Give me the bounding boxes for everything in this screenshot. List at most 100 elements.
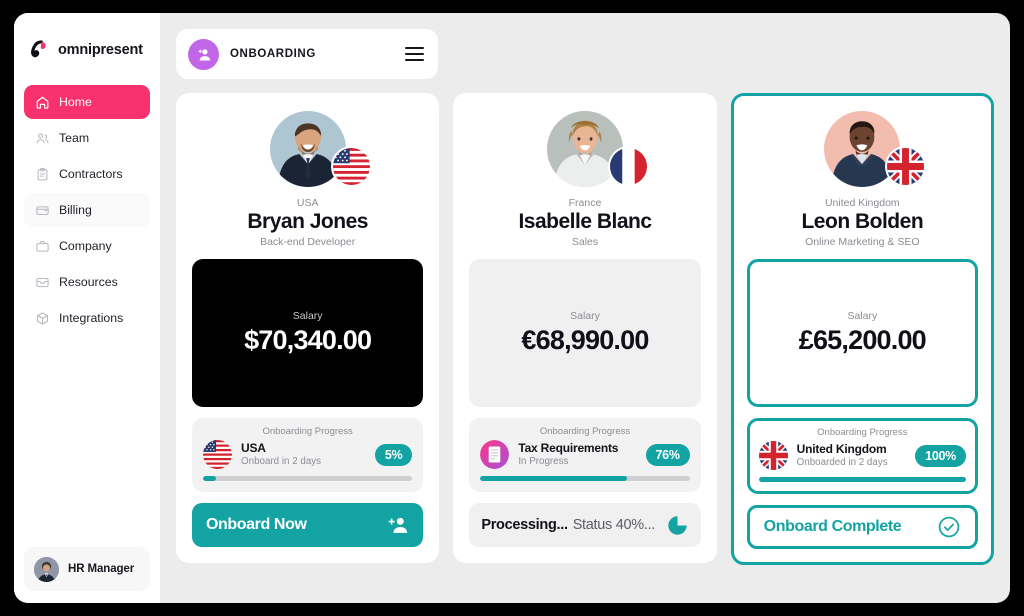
progress-subtext: In Progress	[518, 455, 569, 467]
employee-country: France	[568, 197, 602, 209]
add-person-icon	[387, 514, 409, 536]
cube-icon	[35, 311, 50, 326]
progress-name: United Kingdom	[796, 441, 887, 456]
salary-label: Salary	[847, 310, 878, 323]
salary-label: Salary	[570, 310, 600, 323]
sidebar-user-footer[interactable]: HR Manager	[24, 547, 150, 591]
progress-bar-fill	[480, 476, 627, 482]
employee-name: Leon Bolden	[801, 210, 924, 233]
sidebar-item-billing[interactable]: Billing	[24, 193, 150, 227]
progress-bar-track	[203, 476, 413, 482]
portrait-row	[747, 109, 978, 187]
progress-meta: United Kingdom Onboarded in 2 days	[797, 442, 907, 470]
portrait-row	[469, 109, 700, 187]
onboarding-title: ONBOARDING	[230, 48, 316, 60]
status-text: Status 40%...	[572, 517, 656, 534]
home-icon	[35, 95, 50, 110]
omnipresent-logo-icon	[28, 39, 50, 61]
progress-title: Onboarding Progress	[262, 426, 353, 438]
sidebar: omnipresent Home Team Contractors Billin…	[14, 13, 160, 603]
sidebar-item-label: Home	[59, 95, 92, 109]
progress-percent-badge: 100%	[915, 444, 966, 467]
flag-uk-icon	[758, 441, 788, 471]
onboard-complete-button[interactable]: Onboard Complete	[746, 505, 978, 550]
progress-subtext: Onboarded in 2 days	[796, 456, 888, 468]
sidebar-item-integrations[interactable]: Integrations	[24, 301, 150, 335]
app-window: omnipresent Home Team Contractors Billin…	[14, 13, 1010, 603]
progress-percent-badge: 5%	[374, 443, 413, 466]
employee-name: Isabelle Blanc	[518, 210, 652, 233]
onboarding-header: ONBOARDING	[176, 29, 438, 79]
sidebar-nav: Home Team Contractors Billing Company Re…	[14, 85, 160, 335]
progress-percent-badge: 76%	[645, 443, 690, 466]
progress-row: United Kingdom Onboarded in 2 days 100%	[758, 441, 966, 471]
salary-value: €68,990.00	[521, 325, 649, 356]
salary-box: Salary $70,340.00	[192, 259, 424, 408]
sidebar-user-name: HR Manager	[68, 563, 135, 575]
sidebar-item-label: Company	[59, 239, 112, 253]
salary-box: Salary £65,200.00	[746, 259, 978, 408]
sidebar-item-label: Integrations	[59, 311, 124, 325]
sidebar-item-label: Resources	[59, 275, 118, 289]
employee-card[interactable]: France Isabelle Blanc Sales Salary €68,9…	[453, 93, 717, 564]
onboarding-progress-panel: Onboarding Progress	[746, 418, 978, 495]
progress-row: USA Onboard in 2 days 5%	[203, 440, 413, 470]
sidebar-item-company[interactable]: Company	[24, 229, 150, 263]
onboard-now-label: Onboard Now	[206, 516, 307, 534]
flag-france	[609, 148, 647, 185]
sidebar-item-label: Billing	[59, 203, 92, 217]
onboarding-progress-panel: Onboarding Progress	[469, 418, 701, 493]
employee-role: Back-end Developer	[260, 236, 356, 249]
onboarding-progress-panel: Onboarding Progress	[192, 418, 424, 493]
main-content: ONBOARDING USA Bryan Jones Back-end Deve…	[160, 13, 1010, 603]
progress-bar-fill	[203, 476, 216, 482]
progress-row: Tax Requirements In Progress 76%	[480, 440, 690, 470]
progress-bar-fill	[758, 477, 966, 483]
employee-photo	[269, 111, 346, 187]
progress-bar-track	[758, 477, 966, 483]
sidebar-item-team[interactable]: Team	[24, 121, 150, 155]
employee-country: United Kingdom	[824, 197, 900, 209]
inbox-icon	[35, 275, 50, 290]
salary-label: Salary	[292, 310, 323, 323]
salary-box: Salary €68,990.00	[469, 259, 701, 408]
salary-value: $70,340.00	[244, 325, 372, 356]
sidebar-item-contractors[interactable]: Contractors	[24, 157, 150, 191]
progress-name: Tax Requirements	[518, 440, 619, 455]
people-icon	[35, 131, 50, 146]
progress-title: Onboarding Progress	[539, 426, 631, 438]
employee-role: Sales	[571, 236, 599, 249]
progress-subtext: Onboard in 2 days	[241, 455, 322, 467]
salary-value: £65,200.00	[798, 325, 927, 356]
progress-bar-track	[480, 476, 690, 482]
sidebar-item-home[interactable]: Home	[24, 85, 150, 119]
add-person-icon	[188, 38, 219, 70]
employee-card-selected[interactable]: United Kingdom Leon Bolden Online Market…	[730, 93, 994, 566]
progress-title: Onboarding Progress	[817, 427, 908, 439]
avatar	[34, 556, 59, 582]
hamburger-icon[interactable]	[405, 46, 424, 62]
progress-meta: USA Onboard in 2 days	[241, 441, 366, 469]
wallet-icon	[35, 203, 50, 218]
tax-document-icon	[480, 440, 510, 470]
sidebar-item-resources[interactable]: Resources	[24, 265, 150, 299]
check-circle-icon	[937, 515, 961, 539]
app-logo[interactable]: omnipresent	[14, 25, 160, 67]
processing-status-button[interactable]: Processing... Status 40%...	[469, 503, 701, 548]
processing-status-label: Processing... Status 40%...	[481, 517, 657, 533]
clipboard-icon	[35, 167, 50, 182]
flag-usa	[332, 148, 370, 185]
pie-spinner-icon	[666, 514, 689, 537]
logo-wordmark: omnipresent	[58, 42, 143, 58]
sidebar-item-label: Team	[59, 131, 90, 145]
employee-role: Online Marketing & SEO	[805, 236, 920, 249]
progress-meta: Tax Requirements In Progress	[518, 441, 636, 469]
employee-card[interactable]: USA Bryan Jones Back-end Developer Salar…	[176, 93, 440, 564]
onboard-complete-label: Onboard Complete	[763, 518, 902, 536]
employee-name: Bryan Jones	[247, 210, 368, 233]
device-frame: omnipresent Home Team Contractors Billin…	[0, 0, 1024, 616]
employee-country: USA	[296, 197, 319, 209]
flag-usa-icon	[203, 440, 232, 470]
onboard-now-button[interactable]: Onboard Now	[192, 503, 424, 548]
onboarding-card-list: USA Bryan Jones Back-end Developer Salar…	[176, 93, 994, 581]
